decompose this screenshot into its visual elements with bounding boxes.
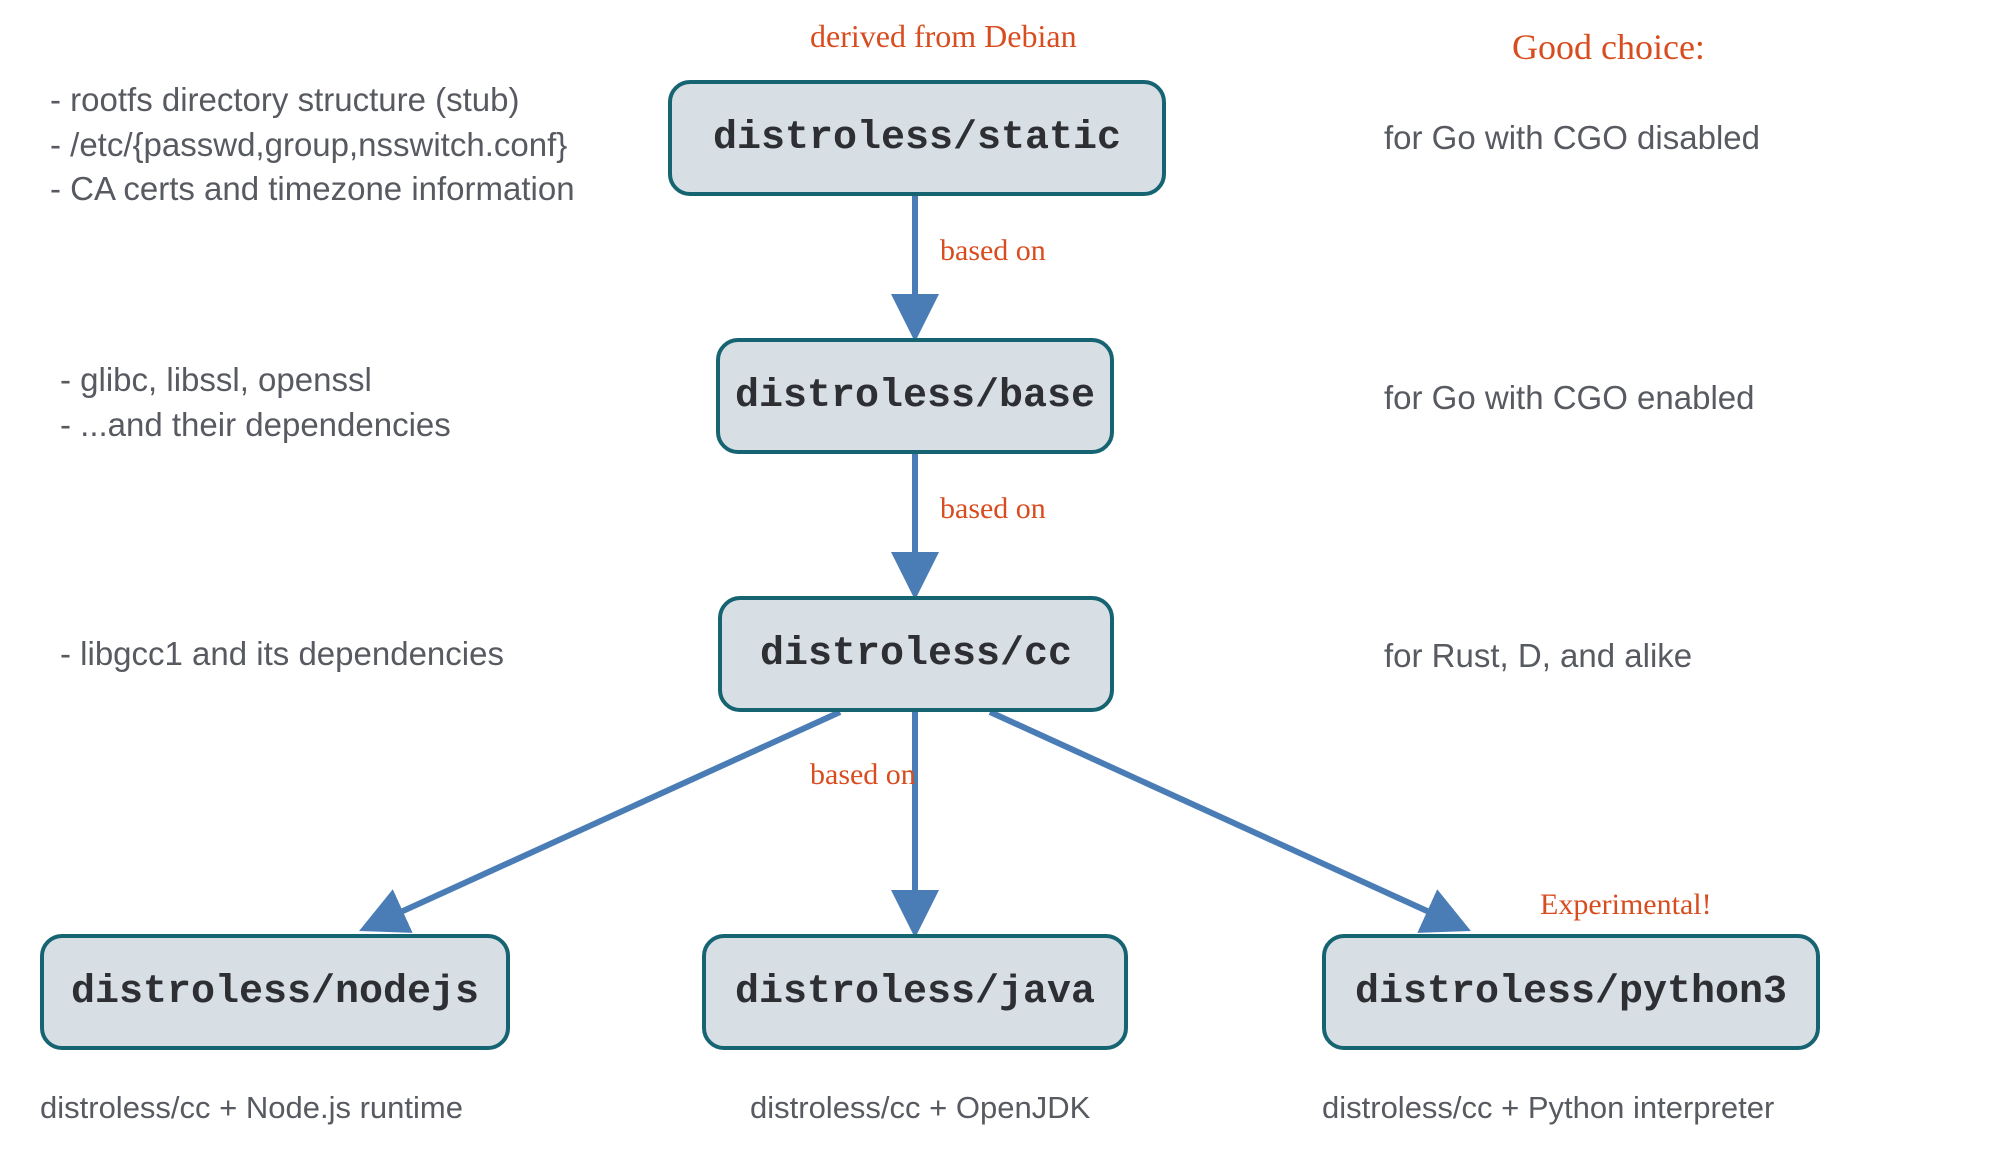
node-python3-label: distroless/python3 bbox=[1355, 970, 1787, 1015]
node-static-label: distroless/static bbox=[713, 116, 1121, 161]
node-cc-label: distroless/cc bbox=[760, 632, 1072, 677]
annotation-based-on-1: based on bbox=[940, 234, 1046, 268]
node-java-label: distroless/java bbox=[735, 970, 1095, 1015]
cc-left-desc: - libgcc1 and its dependencies bbox=[60, 632, 504, 677]
node-nodejs: distroless/nodejs bbox=[40, 934, 510, 1050]
annotation-based-on-3: based on bbox=[810, 758, 916, 792]
node-nodejs-label: distroless/nodejs bbox=[71, 970, 479, 1015]
base-right-desc: for Go with CGO enabled bbox=[1384, 376, 1755, 421]
node-static: distroless/static bbox=[668, 80, 1166, 196]
node-base-label: distroless/base bbox=[735, 374, 1095, 419]
nodejs-caption: distroless/cc + Node.js runtime bbox=[40, 1090, 463, 1126]
cc-right-desc: for Rust, D, and alike bbox=[1384, 634, 1692, 679]
python3-caption: distroless/cc + Python interpreter bbox=[1322, 1090, 1774, 1126]
arrow-cc-to-python3 bbox=[990, 712, 1460, 926]
annotation-based-on-2: based on bbox=[940, 492, 1046, 526]
annotation-good-choice: Good choice: bbox=[1512, 26, 1705, 68]
node-base: distroless/base bbox=[716, 338, 1114, 454]
node-cc: distroless/cc bbox=[718, 596, 1114, 712]
annotation-derived-from: derived from Debian bbox=[810, 18, 1077, 55]
arrow-cc-to-nodejs bbox=[370, 712, 840, 926]
java-caption: distroless/cc + OpenJDK bbox=[750, 1090, 1090, 1126]
annotation-experimental: Experimental! bbox=[1540, 888, 1712, 922]
static-left-desc: - rootfs directory structure (stub) - /e… bbox=[50, 78, 575, 212]
base-left-desc: - glibc, libssl, openssl - ...and their … bbox=[60, 358, 451, 447]
static-right-desc: for Go with CGO disabled bbox=[1384, 116, 1760, 161]
node-java: distroless/java bbox=[702, 934, 1128, 1050]
node-python3: distroless/python3 bbox=[1322, 934, 1820, 1050]
